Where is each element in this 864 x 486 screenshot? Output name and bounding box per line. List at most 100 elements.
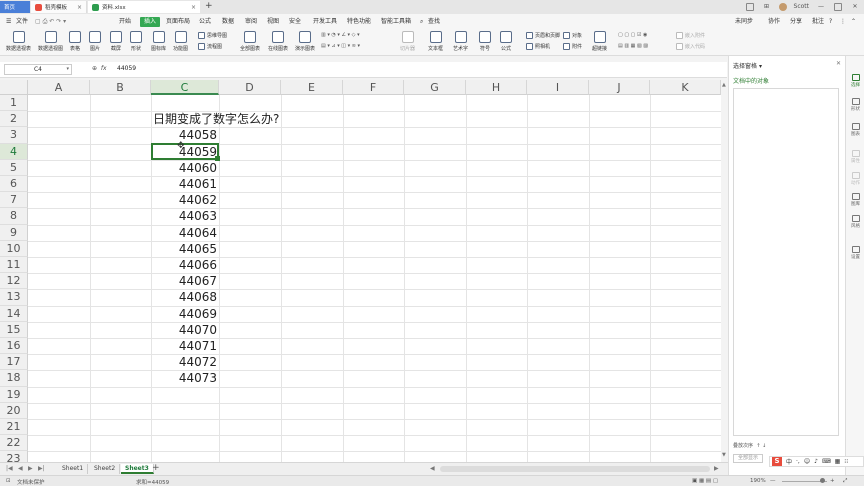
row-header-18[interactable]: 18 xyxy=(0,370,28,387)
sheet-grid[interactable]: ABCDEFGHIJK 1 2 3 4 5 6 7 8 9 10 11 12 13 14 15 16 17 18 1… xyxy=(0,80,721,462)
column-header-g[interactable]: G xyxy=(404,80,466,95)
horizontal-scrollbar[interactable] xyxy=(440,466,710,472)
side-chart[interactable]: 图表 xyxy=(848,123,863,137)
menu-insert[interactable]: 插入 xyxy=(140,17,161,27)
last-sheet-icon[interactable]: ▶| xyxy=(38,465,45,472)
close-icon[interactable]: ✕ xyxy=(836,60,841,67)
view-mode-icons[interactable]: ▣ ▦ ▤ ▢ xyxy=(692,478,718,484)
punctuation-icon[interactable]: ·, xyxy=(796,458,800,465)
row-header-9[interactable]: 9 xyxy=(0,224,28,241)
keyboard-icon[interactable]: ⌨ xyxy=(822,458,831,465)
formula-input[interactable]: 44059 xyxy=(117,65,136,72)
zoom-slider-thumb[interactable] xyxy=(820,478,825,483)
fx-icon[interactable]: fx xyxy=(101,65,107,72)
flowchart-button[interactable]: 流程图 xyxy=(198,43,222,50)
camera-button[interactable]: 照相机 xyxy=(526,43,550,50)
tab-docer-templates[interactable]: 稻壳模板 × xyxy=(31,1,87,13)
pivot-chart-button[interactable]: 数据透视图 xyxy=(38,31,63,52)
mic-icon[interactable]: ♪ xyxy=(814,458,818,465)
icon-library-button[interactable]: 图标库 xyxy=(151,31,166,52)
emoji-icon[interactable]: ☺ xyxy=(804,458,810,465)
more-icon[interactable]: ⋮ xyxy=(840,17,846,27)
layout-icon[interactable] xyxy=(745,2,755,11)
row-header-7[interactable]: 7 xyxy=(0,192,28,209)
cell-c6[interactable]: 44061 xyxy=(151,176,217,192)
protect-status[interactable]: 文档未保护 xyxy=(17,478,45,486)
close-tab-icon[interactable]: × xyxy=(77,4,82,11)
screenshot-button[interactable]: 截屏 xyxy=(110,31,122,52)
sync-status[interactable]: 未同步 xyxy=(735,17,753,27)
row-header-4[interactable]: 4 xyxy=(0,143,28,160)
embed-code-button[interactable]: 嵌入代码 xyxy=(676,43,705,50)
side-select[interactable]: 选择 xyxy=(848,74,863,88)
row-header-12[interactable]: 12 xyxy=(0,273,28,290)
column-header-i[interactable]: I xyxy=(527,80,589,95)
add-sheet-button[interactable]: + xyxy=(152,463,160,473)
cell-c8[interactable]: 44063 xyxy=(151,208,217,224)
embed-attachment-button[interactable]: 嵌入附件 xyxy=(676,32,705,39)
cell-c16[interactable]: 44071 xyxy=(151,338,217,354)
object-button[interactable]: 对象 xyxy=(563,32,582,39)
menu-review[interactable]: 审阅 xyxy=(245,17,257,27)
chart-type-row[interactable]: ▥ ▾ ◔ ▾ ∠ ▾ ◇ ▾ xyxy=(321,32,360,38)
menu-file[interactable]: 文件 xyxy=(16,17,28,27)
column-header-h[interactable]: H xyxy=(466,80,527,95)
cell-c12[interactable]: 44067 xyxy=(151,273,217,289)
menu-data[interactable]: 数据 xyxy=(222,17,234,27)
function-chart-button[interactable]: 功能图 xyxy=(173,31,188,52)
row-header-15[interactable]: 15 xyxy=(0,321,28,338)
menu-security[interactable]: 安全 xyxy=(289,17,301,27)
maximize-icon[interactable] xyxy=(833,2,843,11)
menu-search[interactable]: 查找 xyxy=(428,17,440,27)
tab-home[interactable]: 首页 xyxy=(0,1,30,13)
row-header-6[interactable]: 6 xyxy=(0,176,28,193)
select-all-corner[interactable] xyxy=(0,80,28,95)
first-sheet-icon[interactable]: |◀ xyxy=(6,465,13,472)
table-button[interactable]: 表格 xyxy=(69,31,81,52)
collapse-icon[interactable]: ⌃ xyxy=(851,17,856,27)
chevron-down-icon[interactable]: ▾ xyxy=(66,65,69,74)
column-header-e[interactable]: E xyxy=(281,80,343,95)
apps-icon[interactable]: ⁝⁝ xyxy=(844,458,848,465)
tab-file[interactable]: 资料.xlsx × xyxy=(88,1,200,13)
menu-page-layout[interactable]: 页面布局 xyxy=(166,17,190,27)
row-header-20[interactable]: 20 xyxy=(0,402,28,419)
form-controls-row-2[interactable]: ▤ ▥ ▦ ▧ ▨ xyxy=(618,43,648,49)
shapes-button[interactable]: 形状 xyxy=(130,31,142,52)
side-action[interactable]: 动作 xyxy=(848,172,863,186)
slicer-button[interactable]: 切片器 xyxy=(400,31,415,52)
cell-c14[interactable]: 44069 xyxy=(151,306,217,322)
attachment-button[interactable]: 附件 xyxy=(563,43,582,50)
cell-c9[interactable]: 44064 xyxy=(151,225,217,241)
pivot-table-button[interactable]: 数据透视表 xyxy=(6,31,31,52)
side-style[interactable]: 风格 xyxy=(848,215,863,229)
sheet-tab-1[interactable]: Sheet1 xyxy=(58,464,89,474)
column-header-f[interactable]: F xyxy=(343,80,404,95)
hamburger-icon[interactable]: ☰ xyxy=(6,17,11,27)
user-name[interactable]: Scott xyxy=(794,3,809,10)
cell-c18[interactable]: 44073 xyxy=(151,370,217,386)
column-header-c[interactable]: C xyxy=(151,80,219,95)
close-icon[interactable]: ✕ xyxy=(850,2,860,11)
fill-handle[interactable] xyxy=(215,156,220,161)
row-header-17[interactable]: 17 xyxy=(0,354,28,371)
row-header-1[interactable]: 1 xyxy=(0,95,28,112)
share-button[interactable]: 分享 xyxy=(790,17,802,27)
row-header-2[interactable]: 2 xyxy=(0,111,28,128)
column-header-b[interactable]: B xyxy=(90,80,151,95)
cell-c17[interactable]: 44072 xyxy=(151,354,217,370)
chart-type-row-2[interactable]: ▤ ▾ ⊿ ▾ ◫ ▾ ≋ ▾ xyxy=(321,43,360,49)
selected-cell-c4[interactable] xyxy=(151,143,220,161)
zoom-out-icon[interactable]: — xyxy=(770,478,776,484)
row-header-23[interactable]: 23 xyxy=(0,451,28,462)
vertical-scrollbar[interactable]: ▲ ▼ xyxy=(721,80,728,462)
online-charts-button[interactable]: 在线图表 xyxy=(268,31,288,52)
cell-c11[interactable]: 44066 xyxy=(151,257,217,273)
ime-language[interactable]: 中 xyxy=(786,457,792,466)
side-property[interactable]: 属性 xyxy=(848,150,863,164)
wordart-button[interactable]: 艺术字 xyxy=(453,31,468,52)
skin-icon[interactable]: ▦ xyxy=(835,458,841,465)
cell-c5[interactable]: 44060 xyxy=(151,160,217,176)
menu-formulas[interactable]: 公式 xyxy=(199,17,211,27)
row-header-16[interactable]: 16 xyxy=(0,338,28,355)
